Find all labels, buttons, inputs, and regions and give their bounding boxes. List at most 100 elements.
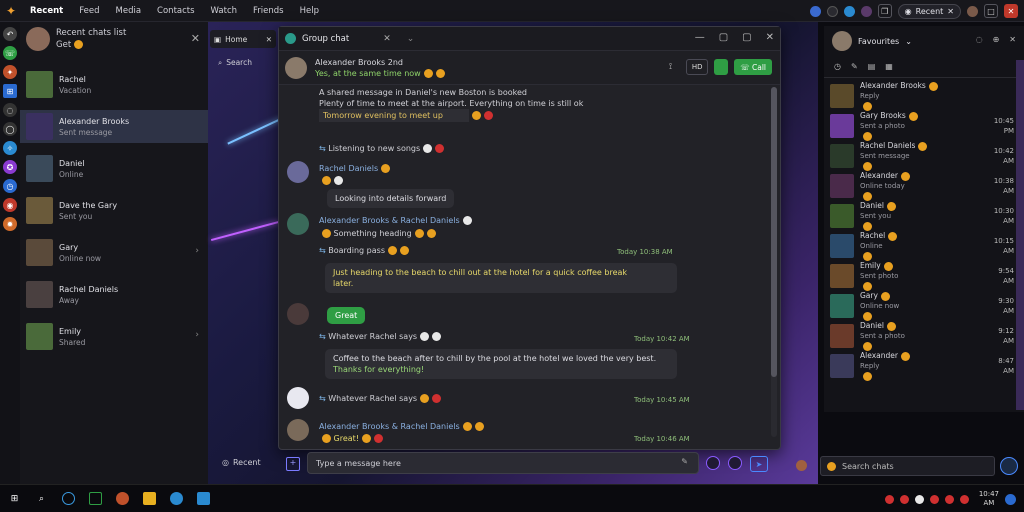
favourite-row[interactable]: Alexander Online today 10:38 AM: [830, 171, 1018, 201]
back-icon[interactable]: ↶: [3, 27, 17, 41]
chat-icon[interactable]: ◌: [3, 103, 17, 117]
message-bubble[interactable]: Great: [327, 307, 366, 324]
bottom-left-row[interactable]: ◎ Recent: [222, 458, 261, 467]
chevron-right-icon[interactable]: ›: [195, 246, 199, 256]
clock-icon[interactable]: ◷: [834, 62, 841, 71]
bird-icon[interactable]: ✧: [3, 141, 17, 155]
contact-item[interactable]: Dave the Gary Sent you: [20, 194, 208, 227]
photo-icon[interactable]: ▤: [868, 62, 876, 71]
close-icon[interactable]: ✕: [1009, 35, 1016, 44]
menu-item-contacts[interactable]: Contacts: [149, 0, 203, 22]
bell-icon[interactable]: ◌: [976, 35, 983, 44]
favourite-row[interactable]: Alexander Reply 8:47 AM: [830, 351, 1018, 381]
avatar[interactable]: [285, 56, 307, 79]
recent-pill[interactable]: ◉ Recent ✕: [897, 3, 961, 19]
restore-icon[interactable]: ▢: [719, 32, 728, 43]
user-avatar-icon[interactable]: [860, 5, 872, 17]
contact-item[interactable]: Rachel Vacation: [20, 68, 208, 101]
favourite-row[interactable]: Gary Online now 9:30 AM: [830, 291, 1018, 321]
close-window-icon[interactable]: ✕: [1004, 4, 1018, 18]
store-icon[interactable]: [89, 492, 102, 505]
contact-item[interactable]: Daniel Online: [20, 152, 208, 185]
favourite-row[interactable]: Rachel Daniels Sent message 10:42 AM: [830, 141, 1018, 171]
favourite-row[interactable]: Daniel Sent a photo 9:12 AM: [830, 321, 1018, 351]
flame-icon[interactable]: [116, 492, 129, 505]
app-grid-icon[interactable]: ⊞: [3, 84, 17, 98]
messenger-icon[interactable]: [197, 492, 210, 505]
menu-item-help[interactable]: Help: [292, 0, 327, 22]
contact-item[interactable]: Emily Shared ›: [20, 320, 208, 353]
scrollbar[interactable]: [771, 87, 777, 437]
menu-item-friends[interactable]: Friends: [245, 0, 292, 22]
avatar[interactable]: [287, 161, 309, 183]
attach-icon[interactable]: +: [286, 457, 300, 471]
close-tab-icon[interactable]: ✕: [383, 34, 391, 44]
gear-icon[interactable]: ✹: [3, 217, 17, 231]
microphone-icon[interactable]: ✎: [681, 457, 688, 466]
location-icon[interactable]: [1000, 457, 1018, 475]
favourite-row[interactable]: Daniel Sent you 10:30 AM: [830, 201, 1018, 231]
menu-item-media[interactable]: Media: [108, 0, 150, 22]
close-icon[interactable]: ✕: [191, 32, 200, 45]
avatar[interactable]: [287, 303, 309, 325]
message-bubble[interactable]: Just heading to the beach to chill out a…: [325, 263, 677, 293]
video-icon[interactable]: [714, 59, 729, 75]
folder-icon[interactable]: [143, 492, 156, 505]
avatar[interactable]: [26, 27, 50, 51]
right-header-name[interactable]: Favourites: [858, 37, 899, 46]
tray-icon[interactable]: [914, 494, 924, 504]
messenger-icon[interactable]: [843, 5, 855, 17]
hd-button[interactable]: HD: [686, 59, 709, 75]
tray-icon[interactable]: [929, 494, 939, 504]
favourite-row[interactable]: Rachel Online 10:15 AM: [830, 231, 1018, 261]
chevron-down-icon[interactable]: ⌄: [407, 34, 415, 44]
phone-icon[interactable]: ☏: [3, 46, 17, 60]
minimize-icon[interactable]: —: [695, 32, 705, 43]
background-home-tab[interactable]: ▣ Home ✕: [210, 30, 276, 48]
chat-search-field[interactable]: Search chats: [820, 456, 995, 476]
tray-icon[interactable]: [899, 494, 909, 504]
maximize-icon[interactable]: ▢: [742, 32, 751, 43]
contact-item[interactable]: Gary Online now ›: [20, 236, 208, 269]
clock-icon[interactable]: ◷: [3, 179, 17, 193]
close-icon[interactable]: ✕: [766, 32, 774, 43]
tray-icon[interactable]: [884, 494, 894, 504]
pin-icon[interactable]: ⟟: [669, 62, 672, 72]
favourite-row[interactable]: Gary Brooks Sent a photo 10:45 PM: [830, 111, 1018, 141]
favourite-row[interactable]: Emily Sent photo 9:54 AM: [830, 261, 1018, 291]
emoji-picker-icon[interactable]: [706, 456, 720, 470]
call-button[interactable]: ☏ Call: [734, 59, 772, 75]
menu-item-recent[interactable]: Recent: [22, 0, 71, 22]
globe-icon[interactable]: [809, 5, 821, 17]
copy-icon[interactable]: ❐: [877, 4, 892, 18]
contact-item[interactable]: Alexander Brooks Sent message: [20, 110, 208, 143]
grid-icon[interactable]: ▦: [885, 62, 893, 71]
record-icon[interactable]: ◉: [3, 198, 17, 212]
sticker-icon[interactable]: [728, 456, 742, 470]
menu-item-watch[interactable]: Watch: [203, 0, 245, 22]
contact-item[interactable]: Rachel Daniels Away: [20, 278, 208, 311]
avatar[interactable]: [832, 31, 852, 51]
chevron-right-icon[interactable]: ›: [195, 330, 199, 340]
add-icon[interactable]: ⊕: [993, 35, 1000, 44]
edit-icon[interactable]: ✎: [851, 62, 858, 71]
clock[interactable]: 10:47 AM: [979, 490, 999, 508]
background-search-row[interactable]: ⌕ Search: [218, 58, 252, 68]
notifications-icon[interactable]: [1005, 493, 1016, 505]
message-bubble[interactable]: Coffee to the beach after to chill by th…: [325, 349, 677, 379]
favourite-row[interactable]: Alexander Brooks Reply: [830, 81, 1018, 111]
avatar[interactable]: [287, 387, 309, 409]
send-icon[interactable]: ➤: [750, 456, 768, 472]
start-icon[interactable]: ⊞: [8, 492, 21, 505]
flame-icon[interactable]: ✦: [3, 65, 17, 79]
profile-icon[interactable]: [796, 460, 807, 471]
profile-icon[interactable]: [967, 5, 978, 17]
message-input[interactable]: Type a message here ✎: [307, 452, 699, 474]
message-bubble[interactable]: Looking into details forward: [327, 189, 455, 208]
menu-item-feed[interactable]: Feed: [71, 0, 107, 22]
edge-icon[interactable]: [62, 492, 75, 505]
avatar[interactable]: [287, 213, 309, 235]
avatar[interactable]: [287, 419, 309, 441]
browser-icon[interactable]: [170, 492, 183, 505]
tray-icon[interactable]: [959, 494, 969, 504]
